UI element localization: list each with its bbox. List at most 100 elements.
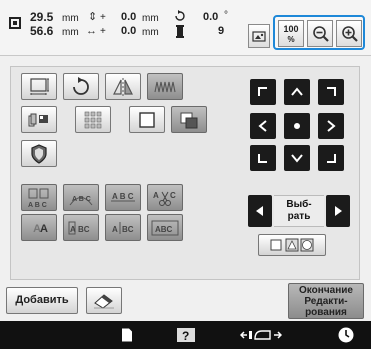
- offset-h-unit: mm: [142, 27, 159, 38]
- thread-count: 9: [218, 25, 225, 37]
- zoom-out-icon: [313, 26, 329, 42]
- zoom-out-button[interactable]: [307, 20, 333, 47]
- shape-select-button[interactable]: [258, 234, 326, 256]
- multi-color-icon: [28, 113, 48, 126]
- svg-text:A B C: A B C: [28, 202, 47, 209]
- camera-button[interactable]: [248, 24, 270, 48]
- letter-spacing-icon: A BC: [68, 221, 90, 234]
- thread-spool-icon: [175, 25, 185, 43]
- mirror-text-button[interactable]: AA: [21, 214, 57, 241]
- vertical-text-button[interactable]: A B C: [21, 184, 57, 211]
- finish-line-2: Редакти-: [304, 296, 348, 307]
- zoom-in-icon: [342, 26, 358, 42]
- svg-text:ABC: ABC: [155, 225, 173, 234]
- page-icon: [122, 328, 132, 342]
- move-down-left-button[interactable]: [250, 145, 276, 171]
- arc-text-button[interactable]: A B C: [63, 184, 99, 211]
- select-pattern-group: Выб- рать: [248, 195, 350, 227]
- rotate-icon: [73, 76, 89, 95]
- arrow-up-icon: [291, 87, 303, 96]
- horizontal-move-icon: ↔: [86, 25, 97, 37]
- vertical-text-icon: A B C: [28, 188, 49, 209]
- finish-line-3: рования: [305, 307, 347, 318]
- char-spacing-button[interactable]: A BC: [105, 214, 141, 241]
- svg-text:C: C: [170, 191, 176, 200]
- header-info-bar: 29.5 mm 56.6 mm ⇕ + 0.0 mm ↔ + 0.0 mm 0.…: [0, 0, 371, 56]
- select-label: Выб- рать: [274, 195, 324, 227]
- mirror-text-icon: AA: [33, 223, 48, 235]
- zoom-in-button[interactable]: [336, 20, 362, 47]
- svg-text:A: A: [70, 225, 76, 234]
- array-icon: [84, 111, 102, 128]
- arrow-down-icon: [291, 154, 303, 163]
- triangle-left-icon: [256, 206, 263, 216]
- zoom-value: 100: [283, 24, 299, 34]
- presser-foot-icon: [240, 330, 282, 340]
- page-button[interactable]: [112, 321, 142, 349]
- zoom-percent-button[interactable]: 100 %: [278, 20, 304, 47]
- move-right-button[interactable]: [318, 113, 344, 139]
- straight-text-button[interactable]: A B C: [105, 184, 141, 211]
- move-left-button[interactable]: [250, 113, 276, 139]
- letter-spacing-button[interactable]: A BC: [63, 214, 99, 241]
- size-icon: [9, 17, 21, 29]
- arrow-right-icon: [327, 120, 336, 132]
- move-center-button[interactable]: [284, 113, 310, 139]
- array-button[interactable]: [75, 106, 111, 133]
- border-button[interactable]: [129, 106, 165, 133]
- status-bar: ?: [0, 321, 371, 349]
- svg-text:A B C: A B C: [112, 192, 134, 201]
- width-unit: mm: [62, 13, 79, 24]
- select-label-line2: рать: [287, 211, 311, 222]
- svg-text:A: A: [40, 223, 48, 235]
- presser-foot-button[interactable]: [236, 321, 286, 349]
- move-down-button[interactable]: [284, 145, 310, 171]
- settings-button[interactable]: [330, 321, 362, 349]
- svg-text:A: A: [112, 225, 118, 234]
- help-icon: ?: [177, 328, 195, 343]
- select-next-button[interactable]: [326, 195, 350, 227]
- text-cut-button[interactable]: AC: [147, 184, 183, 211]
- applique-button[interactable]: [171, 106, 207, 133]
- offset-h-sign: +: [100, 26, 106, 37]
- help-button[interactable]: ?: [170, 321, 202, 349]
- rotation-unit: °: [224, 10, 228, 21]
- corner-up-left-icon: [258, 87, 267, 96]
- move-up-left-button[interactable]: [250, 79, 276, 105]
- finish-editing-button[interactable]: Окончание Редакти- рования: [288, 283, 364, 319]
- multi-color-button[interactable]: [21, 106, 57, 133]
- size-icon: [30, 77, 49, 95]
- select-previous-button[interactable]: [248, 195, 272, 227]
- shapes-icon: [270, 238, 314, 252]
- move-up-right-button[interactable]: [318, 79, 344, 105]
- border-icon: [139, 111, 155, 128]
- mirror-button[interactable]: [105, 73, 141, 100]
- triangle-right-icon: [335, 206, 342, 216]
- rotate-button[interactable]: [63, 73, 99, 100]
- add-button[interactable]: Добавить: [6, 287, 78, 314]
- move-down-right-button[interactable]: [318, 145, 344, 171]
- eraser-icon: [94, 293, 114, 309]
- rotation-value: 0.0: [203, 11, 219, 23]
- arrow-left-icon: [258, 120, 267, 132]
- move-up-button[interactable]: [284, 79, 310, 105]
- size-button[interactable]: [21, 73, 57, 100]
- offset-v-sign: +: [100, 12, 106, 23]
- select-label-line1: Выб-: [286, 199, 312, 210]
- scissors-icon: AC: [153, 191, 176, 206]
- corner-down-left-icon: [258, 154, 267, 163]
- density-icon: [154, 81, 176, 92]
- density-button[interactable]: [147, 73, 183, 100]
- offset-v-unit: mm: [142, 13, 159, 24]
- shield-button[interactable]: [21, 140, 57, 167]
- delete-button[interactable]: [86, 287, 122, 314]
- height-unit: mm: [62, 27, 79, 38]
- corner-up-right-icon: [327, 87, 336, 96]
- arc-text-icon: A B C: [69, 196, 93, 205]
- clock-icon: [338, 327, 354, 343]
- offset-h-value: 0.0: [121, 25, 137, 37]
- zoom-controls: 100 %: [273, 15, 365, 50]
- text-frame-icon: ABC: [151, 220, 179, 235]
- svg-text:A B C: A B C: [72, 196, 91, 203]
- text-frame-button[interactable]: ABC: [147, 214, 183, 241]
